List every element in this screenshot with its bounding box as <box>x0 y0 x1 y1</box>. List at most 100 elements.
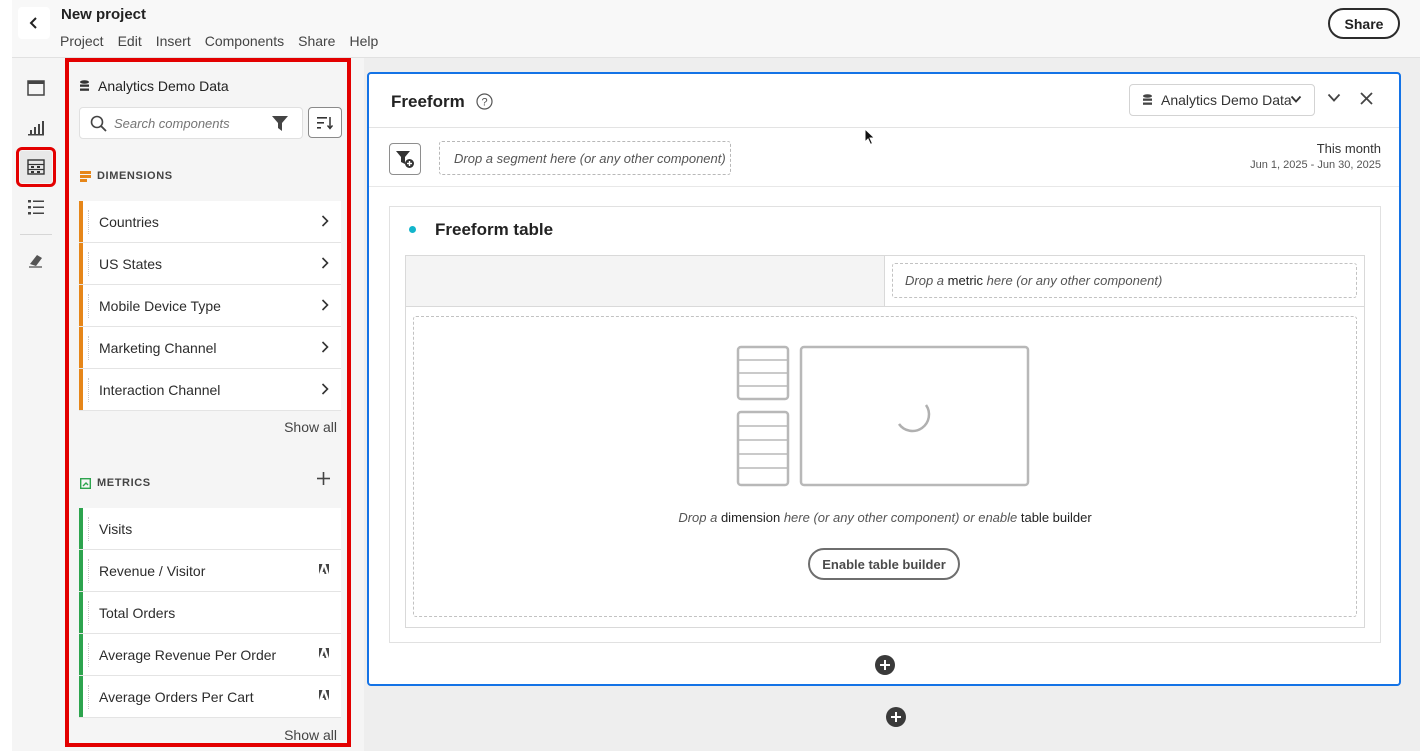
data-source-name: Analytics Demo Data <box>98 78 229 94</box>
menu-insert[interactable]: Insert <box>156 33 191 49</box>
search-input[interactable] <box>114 113 264 133</box>
share-button[interactable]: Share <box>1328 8 1400 39</box>
visualization-icon <box>28 121 44 136</box>
table-grid: Drop a metric here (or any other compone… <box>405 255 1365 628</box>
workspace-canvas: Freeform ? Analytics Demo Data Drop a se… <box>364 58 1420 751</box>
metric-item[interactable]: Average Revenue Per Order <box>79 634 341 676</box>
dimension-label: Mobile Device Type <box>99 297 221 314</box>
dimensions-show-all[interactable]: Show all <box>284 419 337 435</box>
status-dot <box>409 226 416 233</box>
chevron-right-icon[interactable] <box>321 341 329 353</box>
freeform-panel: Freeform ? Analytics Demo Data Drop a se… <box>367 72 1401 686</box>
svg-text:?: ? <box>481 97 487 109</box>
drop-text: Drop a <box>678 510 721 525</box>
metrics-list: Visits Revenue / Visitor Total Orders Av… <box>79 508 341 718</box>
chevron-right-icon[interactable] <box>321 383 329 395</box>
data-source-select[interactable]: Analytics Demo Data <box>1129 84 1315 116</box>
adobe-logo-icon <box>319 690 329 700</box>
rail-components-button[interactable] <box>16 147 56 187</box>
rail-divider <box>20 234 52 235</box>
date-range-label: This month <box>1316 141 1381 156</box>
left-rail <box>12 58 60 751</box>
metric-item[interactable]: Average Orders Per Cart <box>79 676 341 718</box>
mouse-cursor-icon <box>864 128 876 146</box>
table-corner-cell <box>406 256 885 307</box>
metrics-title: METRICS <box>97 477 151 489</box>
add-panel-icon[interactable] <box>886 707 906 727</box>
app-window: New project Project Edit Insert Componen… <box>12 0 1420 751</box>
close-icon[interactable] <box>1360 92 1373 105</box>
sort-button[interactable] <box>308 107 342 138</box>
dimension-item[interactable]: Countries <box>79 201 341 243</box>
dimensions-title: DIMENSIONS <box>97 170 173 182</box>
components-panel: Analytics Demo Data DIMENSIONS Countries… <box>65 58 351 747</box>
project-title[interactable]: New project <box>61 6 146 23</box>
rail-panels-button[interactable] <box>20 72 52 104</box>
filter-icon[interactable] <box>272 115 288 132</box>
help-icon[interactable]: ? <box>476 93 493 110</box>
adobe-logo-icon <box>319 648 329 658</box>
rail-list-button[interactable] <box>20 191 52 223</box>
metric-label: Total Orders <box>99 604 176 621</box>
sort-icon <box>317 116 333 130</box>
dimension-drop-zone[interactable]: Drop a dimension here (or any other comp… <box>413 316 1357 617</box>
dimension-icon <box>80 170 91 182</box>
segment-bar: Drop a segment here (or any other compon… <box>369 129 1399 187</box>
metric-label: Average Orders Per Cart <box>99 688 254 705</box>
menu-components[interactable]: Components <box>205 33 284 49</box>
metric-label: Revenue / Visitor <box>99 562 206 579</box>
eraser-icon <box>29 255 42 268</box>
chevron-right-icon[interactable] <box>321 215 329 227</box>
drop-text: here (or any other component) <box>986 273 1163 288</box>
dimension-item[interactable]: Marketing Channel <box>79 327 341 369</box>
add-icon[interactable] <box>317 472 330 485</box>
menu-project[interactable]: Project <box>60 33 104 49</box>
metrics-header: METRICS <box>80 477 151 489</box>
dimensions-header: DIMENSIONS <box>80 170 173 182</box>
chevron-right-icon[interactable] <box>321 257 329 269</box>
search-components[interactable] <box>79 107 303 139</box>
segment-filter-icon <box>396 151 414 168</box>
metric-drop-zone[interactable]: Drop a metric here (or any other compone… <box>892 263 1357 298</box>
table-placeholder-graphic <box>736 345 1030 487</box>
metric-header-cell: Drop a metric here (or any other compone… <box>885 256 1364 307</box>
dimension-label: Countries <box>99 213 159 230</box>
rail-visualizations-button[interactable] <box>20 112 52 144</box>
enable-table-builder-button[interactable]: Enable table builder <box>808 548 960 580</box>
metric-item[interactable]: Total Orders <box>79 592 341 634</box>
rail-clear-button[interactable] <box>20 244 52 276</box>
list-icon <box>28 200 44 215</box>
dimension-item[interactable]: Mobile Device Type <box>79 285 341 327</box>
add-segment-button[interactable] <box>389 143 421 175</box>
drop-text: Drop a <box>905 273 945 288</box>
metric-item[interactable]: Visits <box>79 508 341 550</box>
panel-header: Freeform ? Analytics Demo Data <box>369 74 1399 128</box>
panel-icon <box>27 80 45 96</box>
panel-title[interactable]: Freeform <box>391 92 465 112</box>
chevron-down-icon <box>1290 95 1302 103</box>
drop-keyword: metric <box>947 273 984 288</box>
drop-keyword: table builder <box>1020 510 1092 525</box>
add-visualization-icon[interactable] <box>875 655 895 675</box>
table-title[interactable]: Freeform table <box>435 220 553 240</box>
collapse-icon[interactable] <box>1327 92 1341 104</box>
dimension-item[interactable]: US States <box>79 243 341 285</box>
back-button[interactable] <box>18 7 50 39</box>
menu-bar: Project Edit Insert Components Share Hel… <box>60 33 392 49</box>
chevron-right-icon[interactable] <box>321 299 329 311</box>
dimension-label: Interaction Channel <box>99 381 221 398</box>
menu-share[interactable]: Share <box>298 33 335 49</box>
adobe-logo-icon <box>319 564 329 574</box>
metric-item[interactable]: Revenue / Visitor <box>79 550 341 592</box>
menu-edit[interactable]: Edit <box>118 33 142 49</box>
segment-drop-zone[interactable]: Drop a segment here (or any other compon… <box>439 141 731 175</box>
database-icon <box>80 80 89 91</box>
drop-keyword: dimension <box>720 510 781 525</box>
date-range-value: Jun 1, 2025 - Jun 30, 2025 <box>1250 159 1381 171</box>
dimension-item[interactable]: Interaction Channel <box>79 369 341 411</box>
date-range-picker[interactable]: This month Jun 1, 2025 - Jun 30, 2025 <box>1250 141 1381 171</box>
chevron-left-icon <box>29 17 37 29</box>
metrics-show-all[interactable]: Show all <box>284 727 337 743</box>
components-icon <box>27 159 45 175</box>
menu-help[interactable]: Help <box>349 33 378 49</box>
